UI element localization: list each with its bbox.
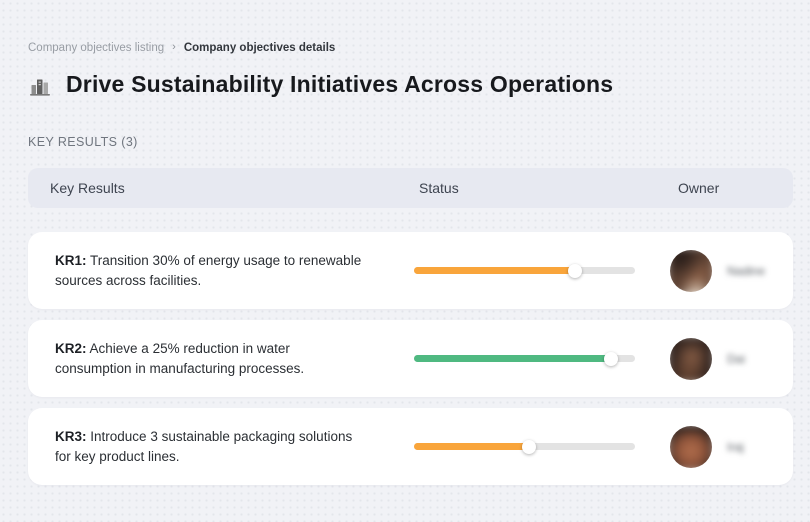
owner-avatar <box>670 337 712 380</box>
chevron-right-icon: › <box>172 41 176 53</box>
key-results-list: KR1: Transition 30% of energy usage to r… <box>28 232 793 485</box>
progress-knob[interactable] <box>568 263 583 278</box>
progress-slider[interactable] <box>414 351 635 366</box>
key-result-description: Introduce 3 sustainable packaging soluti… <box>55 428 353 464</box>
key-result-text: KR3: Introduce 3 sustainable packaging s… <box>28 427 414 467</box>
owner-name: Nadine <box>727 263 766 278</box>
objective-title-row: Drive Sustainability Initiatives Across … <box>28 71 793 98</box>
progress-knob[interactable] <box>603 351 618 366</box>
objective-details-page: Company objectives listing › Company obj… <box>0 0 810 522</box>
progress-knob[interactable] <box>521 439 536 454</box>
page-title: Drive Sustainability Initiatives Across … <box>66 71 614 97</box>
column-header-key-results: Key Results <box>50 180 125 196</box>
owner-cell: Nadine <box>670 249 793 292</box>
key-result-id: KR2: <box>55 340 87 356</box>
owner-cell: Iraj <box>670 425 793 468</box>
owner-name: Iraj <box>727 439 744 454</box>
breadcrumb-link-objectives-listing[interactable]: Company objectives listing <box>28 42 164 54</box>
key-result-row-kr3[interactable]: KR3: Introduce 3 sustainable packaging s… <box>28 408 793 485</box>
key-result-row-kr2[interactable]: KR2: Achieve a 25% reduction in water co… <box>28 320 793 397</box>
progress-slider[interactable] <box>414 439 635 454</box>
status-cell <box>414 351 670 366</box>
key-result-id: KR1: <box>55 252 87 268</box>
owner-avatar <box>670 249 712 292</box>
owner-name: Dai <box>727 351 746 366</box>
city-bar-chart-icon <box>30 79 50 96</box>
status-cell <box>414 263 670 278</box>
key-result-description: Achieve a 25% reduction in water consump… <box>55 340 305 376</box>
key-result-text: KR1: Transition 30% of energy usage to r… <box>28 251 414 291</box>
progress-slider[interactable] <box>414 263 635 278</box>
key-result-text: KR2: Achieve a 25% reduction in water co… <box>28 339 414 379</box>
owner-cell: Dai <box>670 337 793 380</box>
owner-avatar <box>670 425 712 468</box>
status-cell <box>414 439 670 454</box>
breadcrumb: Company objectives listing › Company obj… <box>28 41 793 54</box>
key-results-section-label: KEY RESULTS (3) <box>28 135 138 149</box>
column-header-owner: Owner <box>678 180 720 196</box>
progress-fill <box>414 439 536 454</box>
key-result-id: KR3: <box>55 428 87 444</box>
key-result-description: Transition 30% of energy usage to renewa… <box>55 252 362 288</box>
progress-fill <box>414 263 583 278</box>
breadcrumb-current-objectives-details: Company objectives details <box>183 42 336 54</box>
key-results-table-header: Key Results Status Owner <box>28 168 793 208</box>
key-result-row-kr1[interactable]: KR1: Transition 30% of energy usage to r… <box>28 232 793 309</box>
progress-fill <box>414 351 618 366</box>
column-header-status: Status <box>419 180 459 196</box>
